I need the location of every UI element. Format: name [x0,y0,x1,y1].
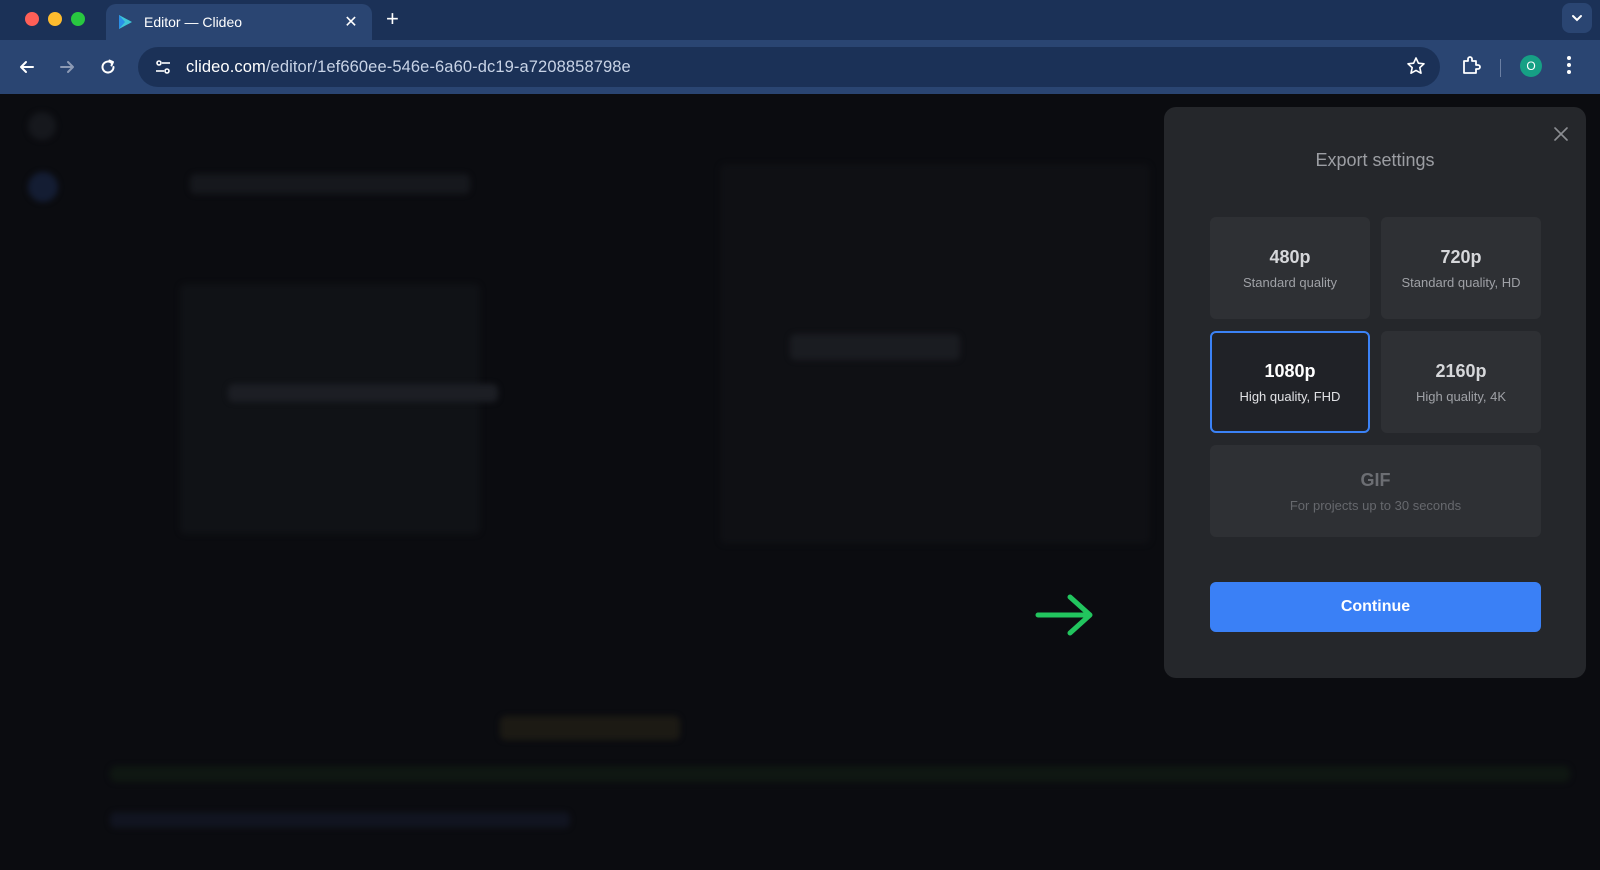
bg-timeline-track-2 [110,812,570,828]
url-path: /editor/1ef660ee-546e-6a60-dc19-a7208858… [265,57,631,76]
profile-avatar[interactable]: O [1520,55,1542,77]
site-settings-icon[interactable] [152,56,174,78]
reload-icon [101,59,115,74]
arrow-left-icon [20,61,34,73]
bg-preview-label [790,334,960,360]
option-resolution: 2160p [1435,360,1487,381]
bg-sidebar-icon [28,172,58,202]
back-button[interactable] [14,54,40,80]
reload-button[interactable] [95,54,121,80]
browser-toolbar: clideo.com/editor/1ef660ee-546e-6a60-dc1… [0,40,1600,94]
url-text: clideo.com/editor/1ef660ee-546e-6a60-dc1… [186,58,631,77]
arrow-right-icon [1035,594,1093,636]
chevron-down-icon [1572,15,1582,22]
continue-button[interactable]: Continue [1210,582,1541,632]
option-resolution: 1080p [1264,360,1316,381]
bg-toolbar [190,174,470,194]
url-host: clideo.com [186,57,266,76]
bg-timeline-track [110,766,1570,782]
forward-button[interactable] [54,54,80,80]
play-triangle-icon [119,15,132,29]
option-description: Standard quality [1243,274,1337,290]
arrow-right-small-icon [60,61,74,73]
option-description: High quality, FHD [1239,388,1341,404]
new-tab-button[interactable]: + [386,6,399,32]
minimize-window-button[interactable] [48,12,62,26]
option-resolution: 480p [1269,246,1311,267]
toolbar-divider [1500,59,1501,77]
option-resolution: GIF [1360,469,1391,490]
maximize-window-button[interactable] [71,12,85,26]
option-2160p[interactable]: 2160p High quality, 4K [1381,331,1541,433]
browser-tab[interactable]: Editor — Clideo ✕ [106,4,372,40]
tab-strip: Editor — Clideo ✕ + [0,0,1600,40]
close-window-button[interactable] [25,12,39,26]
bg-panel [180,284,480,534]
option-description: Standard quality, HD [1401,274,1521,290]
dialog-title: Export settings [1315,150,1435,170]
tab-close-icon[interactable]: ✕ [342,12,360,32]
more-menu-icon[interactable] [1566,54,1572,76]
bg-color-swatches [228,384,498,402]
option-1080p[interactable]: 1080p High quality, FHD [1210,331,1370,433]
export-settings-dialog: Export settings 480p Standard quality 72… [1164,107,1586,678]
bookmark-star-icon[interactable] [1406,56,1426,76]
close-icon[interactable] [1552,125,1570,143]
option-gif[interactable]: GIF For projects up to 30 seconds [1210,445,1541,537]
option-description: High quality, 4K [1415,388,1507,404]
tab-title: Editor — Clideo [144,14,243,30]
tab-search-button[interactable] [1562,3,1592,33]
browser-window: Editor — Clideo ✕ + clideo.com/editor/1e… [0,0,1600,870]
extensions-puzzle-icon[interactable] [1460,54,1482,76]
address-bar[interactable]: clideo.com/editor/1ef660ee-546e-6a60-dc1… [138,47,1440,87]
option-720p[interactable]: 720p Standard quality, HD [1381,217,1541,319]
bg-logo [28,112,56,140]
option-description: For projects up to 30 seconds [1289,497,1462,513]
bg-playback [500,716,680,740]
option-resolution: 720p [1440,246,1482,267]
option-480p[interactable]: 480p Standard quality [1210,217,1370,319]
